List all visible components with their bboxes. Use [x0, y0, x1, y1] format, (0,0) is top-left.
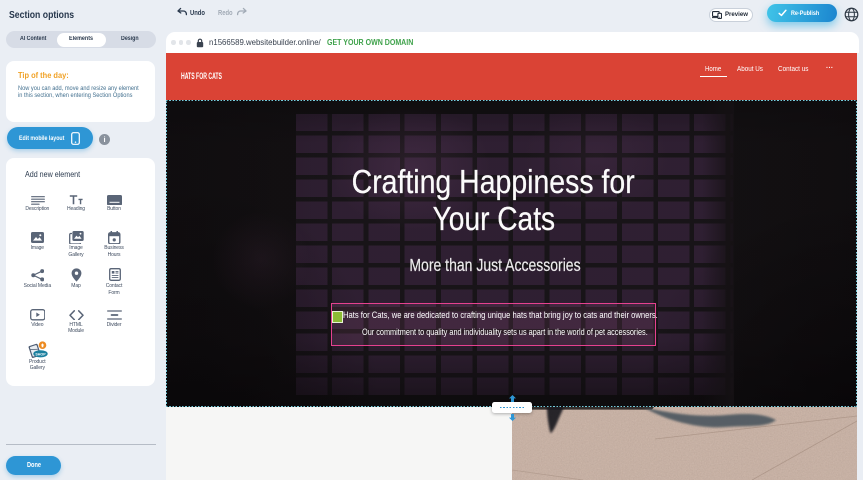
- svg-text:SHOP: SHOP: [35, 352, 46, 356]
